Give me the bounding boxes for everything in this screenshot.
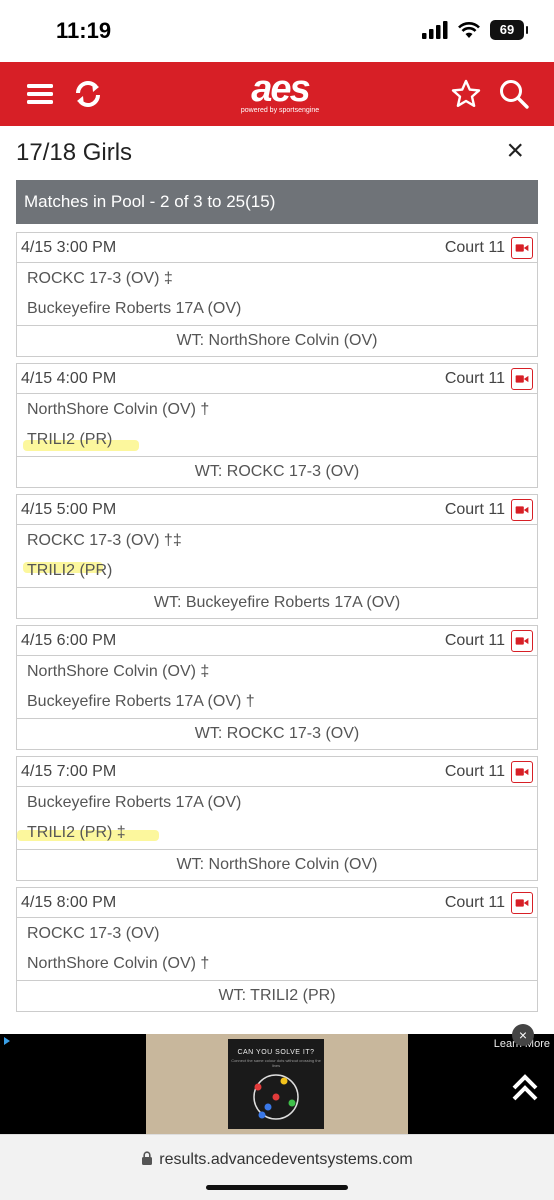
video-camera-icon[interactable] xyxy=(511,368,533,390)
match-date: 4/15 7:00 PM xyxy=(21,763,117,780)
status-time: 11:19 xyxy=(56,18,112,43)
ad-choices-icon[interactable] xyxy=(2,1036,12,1046)
work-team[interactable]: WT: NorthShore Colvin (OV) xyxy=(17,850,537,880)
work-team[interactable]: WT: NorthShore Colvin (OV) xyxy=(17,326,537,356)
double-chevron-up-icon[interactable] xyxy=(510,1072,540,1102)
match-court: Court 11 xyxy=(444,894,505,911)
signal-icon xyxy=(422,21,448,39)
page-title: 17/18 Girls xyxy=(16,139,133,166)
battery-icon: 69 xyxy=(490,20,528,40)
aes-logo[interactable]: aes powered by sportsengine xyxy=(232,70,328,116)
team-1[interactable]: Buckeyefire Roberts 17A (OV) xyxy=(17,788,537,818)
match-court: Court 11 xyxy=(444,239,505,256)
work-team[interactable]: WT: TRILI2 (PR) xyxy=(17,981,537,1011)
home-indicator[interactable] xyxy=(206,1185,348,1190)
team-1[interactable]: ROCKC 17-3 (OV) xyxy=(17,919,537,949)
team-2[interactable]: TRILI2 (PR) ‡ xyxy=(17,818,537,848)
match-card: 4/15 5:00 PM Court 11 ROCKC 17-3 (OV) †‡… xyxy=(16,494,538,619)
match-court: Court 11 xyxy=(444,632,505,649)
work-team[interactable]: WT: ROCKC 17-3 (OV) xyxy=(17,457,537,487)
wifi-icon xyxy=(458,22,480,38)
team-2[interactable]: TRILI2 (PR) xyxy=(17,425,537,455)
team-2[interactable]: Buckeyefire Roberts 17A (OV) xyxy=(17,294,537,324)
team-1[interactable]: ROCKC 17-3 (OV) †‡ xyxy=(17,526,537,556)
work-team[interactable]: WT: Buckeyefire Roberts 17A (OV) xyxy=(17,588,537,618)
title-row: 17/18 Girls × xyxy=(0,126,554,180)
lock-icon xyxy=(142,1151,153,1165)
menu-icon[interactable] xyxy=(24,78,56,110)
video-camera-icon[interactable] xyxy=(511,761,533,783)
puzzle-illustration xyxy=(253,1074,299,1120)
url-text: results.advancedeventsystems.com xyxy=(159,1151,413,1168)
browser-url-bar[interactable]: results.advancedeventsystems.com xyxy=(0,1134,554,1200)
status-bar: 11:19 69 xyxy=(0,0,554,62)
match-date: 4/15 3:00 PM xyxy=(21,239,117,256)
pool-header: Matches in Pool - 2 of 3 to 25(15) xyxy=(16,180,538,224)
match-card: 4/15 6:00 PM Court 11 NorthShore Colvin … xyxy=(16,625,538,750)
star-icon[interactable] xyxy=(450,78,482,110)
app-header: aes powered by sportsengine xyxy=(0,62,554,126)
team-1[interactable]: ROCKC 17-3 (OV) ‡ xyxy=(17,264,537,294)
video-camera-icon[interactable] xyxy=(511,237,533,259)
team-2[interactable]: NorthShore Colvin (OV) † xyxy=(17,949,537,979)
ad-puzzle-card: CAN YOU SOLVE IT? Connect the same colou… xyxy=(228,1039,324,1129)
ad-image[interactable]: CAN YOU SOLVE IT? Connect the same colou… xyxy=(146,1034,408,1134)
team-1[interactable]: NorthShore Colvin (OV) † xyxy=(17,395,537,425)
match-card: 4/15 8:00 PM Court 11 ROCKC 17-3 (OV) No… xyxy=(16,887,538,1012)
team-2[interactable]: Buckeyefire Roberts 17A (OV) † xyxy=(17,687,537,717)
match-card: 4/15 4:00 PM Court 11 NorthShore Colvin … xyxy=(16,363,538,488)
ad-close-button[interactable]: × xyxy=(512,1024,534,1046)
video-camera-icon[interactable] xyxy=(511,499,533,521)
video-camera-icon[interactable] xyxy=(511,630,533,652)
refresh-icon[interactable] xyxy=(72,78,104,110)
match-court: Court 11 xyxy=(444,501,505,518)
match-card: 4/15 3:00 PM Court 11 ROCKC 17-3 (OV) ‡ … xyxy=(16,232,538,357)
search-icon[interactable] xyxy=(498,78,530,110)
match-date: 4/15 5:00 PM xyxy=(21,501,117,518)
match-date: 4/15 4:00 PM xyxy=(21,370,117,387)
match-court: Court 11 xyxy=(444,370,505,387)
match-court: Court 11 xyxy=(444,763,505,780)
team-1[interactable]: NorthShore Colvin (OV) ‡ xyxy=(17,657,537,687)
match-card: 4/15 7:00 PM Court 11 Buckeyefire Robert… xyxy=(16,756,538,881)
ad-banner[interactable]: CAN YOU SOLVE IT? Connect the same colou… xyxy=(0,1024,554,1134)
work-team[interactable]: WT: ROCKC 17-3 (OV) xyxy=(17,719,537,749)
match-date: 4/15 6:00 PM xyxy=(21,632,117,649)
video-camera-icon[interactable] xyxy=(511,892,533,914)
close-icon[interactable]: × xyxy=(506,136,524,166)
match-date: 4/15 8:00 PM xyxy=(21,894,117,911)
team-2[interactable]: TRILI2 (PR) xyxy=(17,556,537,586)
